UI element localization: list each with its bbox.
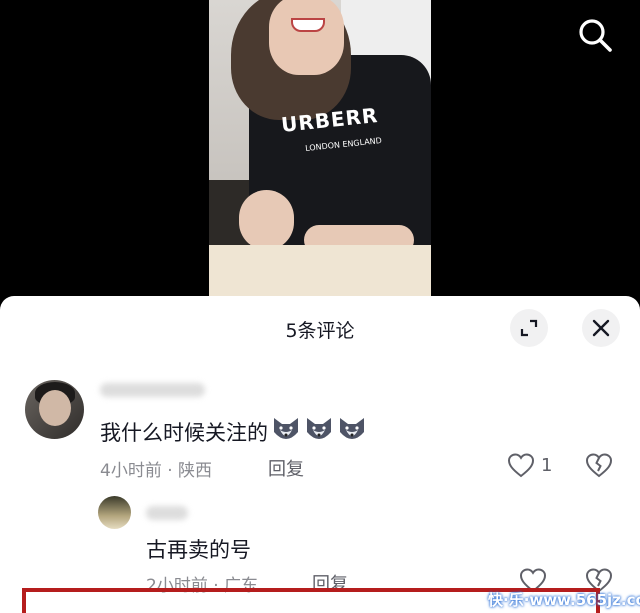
like-button[interactable]: 1 — [507, 452, 552, 478]
video-face — [269, 0, 344, 75]
username-blurred[interactable] — [146, 506, 188, 520]
avatar-face — [39, 390, 71, 426]
avatar[interactable] — [25, 380, 84, 439]
site-watermark: 快·乐·www.565jz.com — [488, 591, 640, 609]
reply-comment-text[interactable]: 古再卖的号 — [146, 534, 251, 564]
search-icon — [579, 19, 612, 52]
username-blurred[interactable] — [100, 383, 205, 397]
broken-heart-icon — [585, 453, 613, 478]
video-frame[interactable]: URBERR LONDON ENGLAND — [209, 0, 431, 296]
video-mouth — [291, 18, 325, 32]
expand-button[interactable] — [510, 309, 548, 347]
dislike-button[interactable] — [585, 452, 613, 482]
wolf-emoji — [271, 416, 301, 449]
comments-sheet: 5条评论 我什么时候关注的 4小时前 · 陕西 回复 1 古再卖的号 2小时前 … — [0, 296, 640, 613]
comments-header: 5条评论 — [0, 296, 640, 362]
video-arm-left — [239, 190, 294, 250]
expand-icon — [520, 319, 538, 337]
wolf-emoji — [304, 416, 334, 449]
reply-button[interactable]: 回复 — [268, 455, 304, 481]
close-button[interactable] — [582, 309, 620, 347]
avatar[interactable] — [98, 496, 131, 529]
comment-text[interactable]: 我什么时候关注的 — [100, 416, 367, 449]
video-dough — [209, 245, 431, 296]
search-button[interactable] — [572, 12, 618, 58]
close-icon — [592, 319, 610, 337]
like-count: 1 — [541, 454, 553, 476]
wolf-emoji — [337, 416, 367, 449]
comment-body: 我什么时候关注的 — [100, 421, 268, 445]
heart-icon — [507, 453, 535, 478]
comment-meta: 4小时前 · 陕西 — [100, 461, 213, 481]
